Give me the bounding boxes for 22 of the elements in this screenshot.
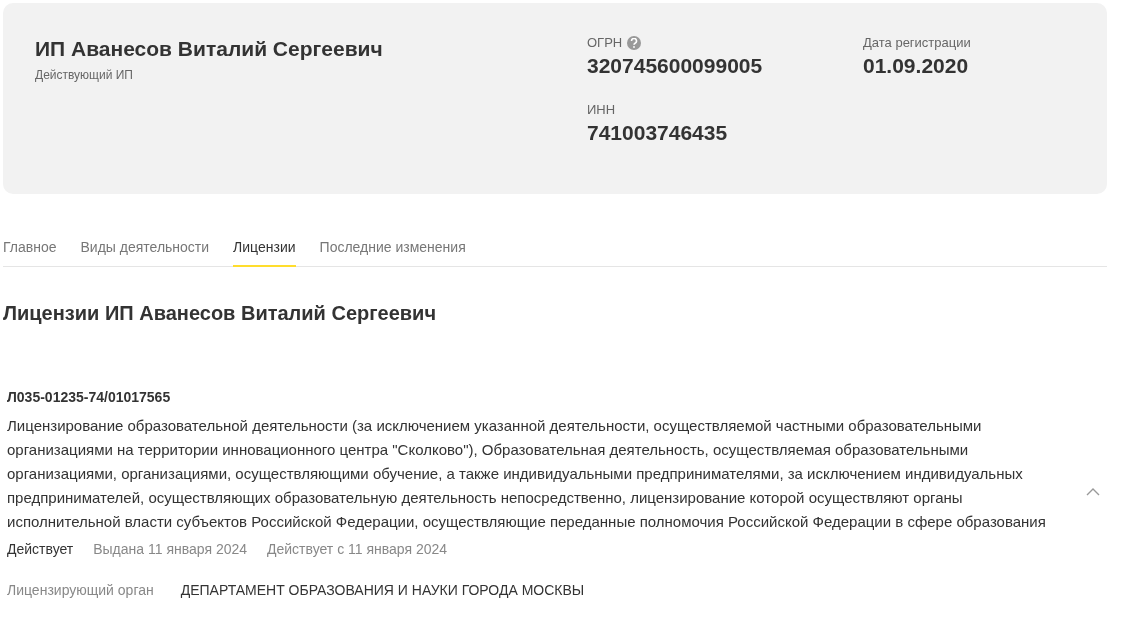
license-status: Действует (7, 541, 74, 557)
authority-label: Лицензирующий орган (7, 582, 154, 598)
field-value: 320745600099005 (587, 54, 764, 78)
tab[interactable]: Лицензии (233, 228, 296, 267)
collapse-chevron-icon[interactable] (1085, 487, 1101, 497)
license-number: Л035-01235-74/01017565 (7, 389, 172, 405)
field-value: 741003746435 (587, 121, 729, 145)
tab[interactable]: Виды деятельности (80, 228, 210, 267)
license-description: Лицензирование образовательной деятельности (за исключением указанной деятельности, осуществляемой частными образовательными организациями на территории инновационного центра "Сколково"), Образовательная деятельность, осуществляемая образовательными организациями, организациями, осуществляющими обучение, а также индивидуальными предпринимателями, за исключением индивидуальных предпринимателей, осуществляющих образовательную деятельность непосредственно, лицензирование которой осуществляют органы исполнительной власти субъектов Российской Федерации, осуществляющие переданные полномочия Российской Федерации в сфере образования (7, 416, 1047, 532)
tab[interactable]: Последние изменения (319, 228, 466, 267)
field-label: Дата регистрации (863, 35, 971, 50)
help-icon[interactable] (627, 35, 642, 50)
field-label: ОГРН (587, 35, 623, 50)
issue-date: Выдана 11 января 2024 (93, 541, 248, 557)
valid-from-date: Действует с 11 января 2024 (267, 541, 448, 557)
field-label: ИНН (587, 102, 616, 117)
section-title: Лицензии ИП Аванесов Виталий Сергеевич (3, 302, 438, 325)
entrepreneur-status: Действующий ИП (35, 68, 134, 82)
tab[interactable]: Главное (3, 228, 57, 267)
entrepreneur-name: ИП Аванесов Виталий Сергеевич (35, 37, 384, 61)
authority-value: ДЕПАРТАМЕНТ ОБРАЗОВАНИЯ И НАУКИ ГОРОДА МОСКВЫ (180, 582, 585, 598)
field-value: 01.09.2020 (863, 54, 970, 78)
